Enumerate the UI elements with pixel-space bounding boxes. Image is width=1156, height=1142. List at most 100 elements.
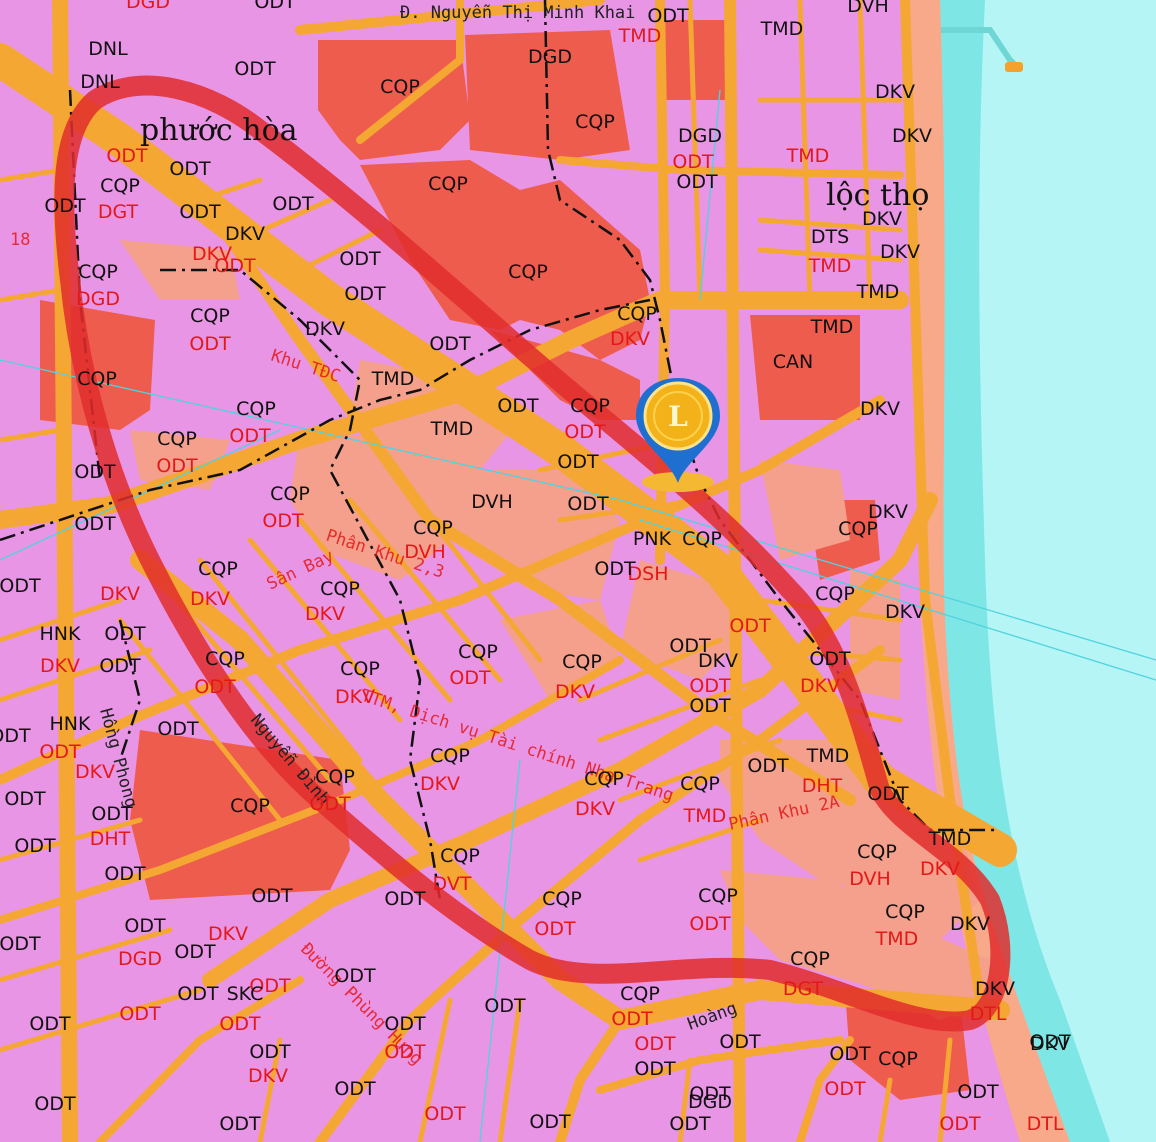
- land-use-code-label: ODT: [177, 983, 219, 1005]
- land-use-code-label: DKV: [225, 223, 265, 245]
- pin-logo-icon: L: [668, 400, 688, 433]
- land-use-code-label: CQP: [380, 76, 420, 98]
- land-use-code-label: ODT: [611, 1008, 653, 1030]
- land-use-code-label: ODT: [262, 510, 304, 532]
- land-use-code-label: ODT: [689, 675, 731, 697]
- land-use-code-label: DVH: [847, 0, 889, 17]
- land-use-code-label: ODT: [34, 1093, 76, 1115]
- land-use-code-label: DTS: [811, 226, 849, 248]
- land-use-code-label: CQP: [270, 483, 310, 505]
- land-use-code-label: CQP: [320, 578, 360, 600]
- location-pin[interactable]: L: [636, 378, 720, 492]
- land-use-code-label: TMD: [618, 25, 662, 47]
- land-use-code-label: DVH: [471, 491, 513, 513]
- land-use-code-label: TMD: [760, 18, 804, 40]
- land-use-code-label: CQP: [680, 773, 720, 795]
- land-use-code-label: ODT: [119, 1003, 161, 1025]
- land-use-code-label: ODT: [564, 421, 606, 443]
- land-use-code-label: DKV: [555, 681, 595, 703]
- land-use-code-label: ODT: [497, 395, 539, 417]
- land-use-code-label: CQP: [570, 395, 610, 417]
- area-label-loc-tho: lộc thọ: [826, 178, 929, 213]
- land-use-code-label: CQP: [440, 845, 480, 867]
- street-top-label: Đ. Nguyễn Thị Minh Khai: [400, 3, 635, 23]
- land-use-code-label: TMD: [856, 281, 900, 303]
- land-use-code-label: ODT: [219, 1013, 261, 1035]
- land-use-code-label: DKV: [950, 913, 990, 935]
- land-use-code-label: DKV: [248, 1065, 288, 1087]
- land-use-code-label: ODT: [124, 915, 166, 937]
- land-use-code-label: ODT: [74, 461, 116, 483]
- land-use-code-label: DGT: [783, 978, 824, 1000]
- land-use-code-label: ODT: [44, 195, 86, 217]
- land-use-code-label: ODT: [39, 741, 81, 763]
- land-use-code-label: CQP: [878, 1048, 918, 1070]
- land-use-code-label: ODT: [251, 885, 293, 907]
- land-use-code-label: DNL: [80, 71, 120, 93]
- land-use-code-label: TMD: [430, 418, 474, 440]
- land-use-code-label: DKV: [100, 583, 140, 605]
- land-use-code-label: ODT: [334, 965, 376, 987]
- land-use-code-label: DKV: [860, 398, 900, 420]
- land-use-code-label: ODT: [194, 676, 236, 698]
- land-use-code-label: DHT: [802, 775, 843, 797]
- land-use-code-label: ODT: [249, 1041, 291, 1063]
- land-use-code-label: ODT: [689, 695, 731, 717]
- land-use-code-label: ODT: [669, 1113, 711, 1135]
- land-use-code-label: TMD: [808, 255, 852, 277]
- land-use-code-label: ODT: [729, 615, 771, 637]
- land-use-code-label: CQP: [857, 841, 897, 863]
- land-use-code-label: PNK: [633, 528, 672, 550]
- land-use-code-label: ODT: [189, 333, 231, 355]
- land-use-code-label: ODT: [719, 1031, 761, 1053]
- land-use-code-label: ODT: [174, 941, 216, 963]
- land-use-code-label: TMD: [810, 316, 854, 338]
- land-use-code-label: ODT: [104, 623, 146, 645]
- land-use-code-label: ODT: [106, 145, 148, 167]
- land-use-code-label: ODT: [594, 558, 636, 580]
- land-use-code-label: ODT: [824, 1078, 866, 1100]
- land-use-code-label: ODT: [339, 248, 381, 270]
- land-use-code-label: TMD: [786, 145, 830, 167]
- land-use-code-label: DGD: [678, 125, 722, 147]
- land-use-code-label: ODT: [4, 788, 46, 810]
- land-use-code-label: ODT: [647, 5, 689, 27]
- land-use-code-label: DGD: [126, 0, 170, 13]
- land-use-code-label: ODT: [104, 863, 146, 885]
- land-use-code-label: ODT: [672, 151, 714, 173]
- land-use-code-label: DKV: [305, 603, 345, 625]
- land-use-code-label: TMD: [875, 928, 919, 950]
- land-use-code-label: ODT: [429, 333, 471, 355]
- land-use-code-label: CQP: [562, 651, 602, 673]
- land-use-code-label: CQP: [340, 658, 380, 680]
- land-use-code-label: DKV: [305, 318, 345, 340]
- land-use-code-label: ODT: [234, 58, 276, 80]
- land-use-code-label: DGT: [98, 201, 139, 223]
- land-use-code-label: DVH: [404, 541, 446, 563]
- land-use-code-label: DGD: [528, 46, 572, 68]
- land-use-code-label: DKV: [190, 588, 230, 610]
- land-use-code-label: CQP: [428, 173, 468, 195]
- land-use-code-label: CQP: [430, 745, 470, 767]
- land-use-code-label: CQP: [157, 428, 197, 450]
- land-use-map[interactable]: Đ. Nguyễn Thị Minh Khai Khu TĐC Phân Khu…: [0, 0, 1156, 1142]
- land-use-code-label: ODT: [676, 171, 718, 193]
- land-use-code-label: DNL: [88, 38, 128, 60]
- land-use-code-label: ODT: [14, 835, 56, 857]
- land-use-code-label: ODT: [29, 1013, 71, 1035]
- land-use-code-label: DKV: [698, 650, 738, 672]
- land-use-code-label: ODT: [157, 718, 199, 740]
- land-use-code-label: CQP: [790, 948, 830, 970]
- land-use-code-label: CQP: [190, 305, 230, 327]
- land-use-code-label: ODT: [156, 455, 198, 477]
- area-label-phuoc-hoa: phước hòa: [140, 113, 298, 148]
- land-use-code-label: CQP: [584, 768, 624, 790]
- land-use-code-label: ODT: [424, 1103, 466, 1125]
- land-use-code-label: ODT: [0, 933, 41, 955]
- land-use-code-label: ODT: [229, 425, 271, 447]
- land-use-code-label: TMD: [683, 805, 727, 827]
- land-use-code-label: ODT: [529, 1111, 571, 1133]
- land-use-code-label: DKV: [40, 655, 80, 677]
- land-use-code-label: DKV: [1030, 1033, 1070, 1055]
- land-use-code-label: TMD: [928, 828, 972, 850]
